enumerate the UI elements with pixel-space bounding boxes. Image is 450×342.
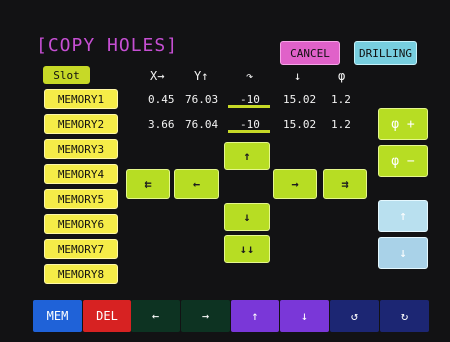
rotation-header: ↷ — [246, 69, 254, 83]
row1-phi: 1.2 — [331, 93, 351, 106]
right-up-button[interactable]: ↑ — [378, 200, 428, 232]
row1-underline — [228, 105, 270, 108]
memory-7-button[interactable]: MEMORY7 — [44, 239, 118, 259]
phi-minus-button[interactable]: φ − — [378, 145, 428, 177]
depth-header: ↓ — [294, 69, 302, 83]
down-icon[interactable]: ↓ — [280, 300, 329, 332]
move-up-button[interactable]: ↑ — [224, 142, 270, 170]
right-down-button[interactable]: ↓ — [378, 237, 428, 269]
move-right-double-button[interactable]: ⇉ — [323, 169, 367, 199]
memory-1-button[interactable]: MEMORY1 — [44, 89, 118, 109]
up-icon[interactable]: ↑ — [231, 300, 279, 332]
memory-5-button[interactable]: MEMORY5 — [44, 189, 118, 209]
x-header: X→ — [150, 69, 165, 83]
row1-x: 0.45 — [148, 93, 175, 106]
move-down-double-button[interactable]: ↓↓ — [224, 235, 270, 263]
move-right-button[interactable]: → — [273, 169, 317, 199]
move-down-button[interactable]: ↓ — [224, 203, 270, 231]
phi-plus-button[interactable]: φ + — [378, 108, 428, 140]
cancel-button[interactable]: CANCEL — [280, 41, 340, 65]
row2-depth: 15.02 — [283, 118, 317, 131]
page-title: [COPY HOLES] — [36, 35, 179, 56]
memory-4-button[interactable]: MEMORY4 — [44, 164, 118, 184]
row2-phi: 1.2 — [331, 118, 351, 131]
row1-depth: 15.02 — [283, 93, 317, 106]
right-icon[interactable]: → — [181, 300, 230, 332]
move-left-double-button[interactable]: ⇇ — [126, 169, 170, 199]
rotate-cw-icon[interactable]: ↻ — [380, 300, 429, 332]
left-icon[interactable]: ← — [131, 300, 180, 332]
row2-underline — [228, 130, 270, 133]
memory-3-button[interactable]: MEMORY3 — [44, 139, 118, 159]
row1-y: 76.03 — [185, 93, 219, 106]
row2-y: 76.04 — [185, 118, 219, 131]
y-header: Y↑ — [194, 69, 209, 83]
phi-header: φ — [338, 69, 346, 83]
mem-button[interactable]: MEM — [33, 300, 82, 332]
rotate-ccw-icon[interactable]: ↺ — [330, 300, 379, 332]
drilling-button[interactable]: DRILLING — [354, 41, 417, 65]
memory-2-button[interactable]: MEMORY2 — [44, 114, 118, 134]
row2-x: 3.66 — [148, 118, 175, 131]
memory-6-button[interactable]: MEMORY6 — [44, 214, 118, 234]
move-left-button[interactable]: ← — [174, 169, 219, 199]
copy-holes-screen: [COPY HOLES] CANCEL DRILLING Slot MEMORY… — [0, 0, 450, 342]
del-button[interactable]: DEL — [83, 300, 131, 332]
slot-button[interactable]: Slot — [43, 66, 90, 84]
memory-8-button[interactable]: MEMORY8 — [44, 264, 118, 284]
